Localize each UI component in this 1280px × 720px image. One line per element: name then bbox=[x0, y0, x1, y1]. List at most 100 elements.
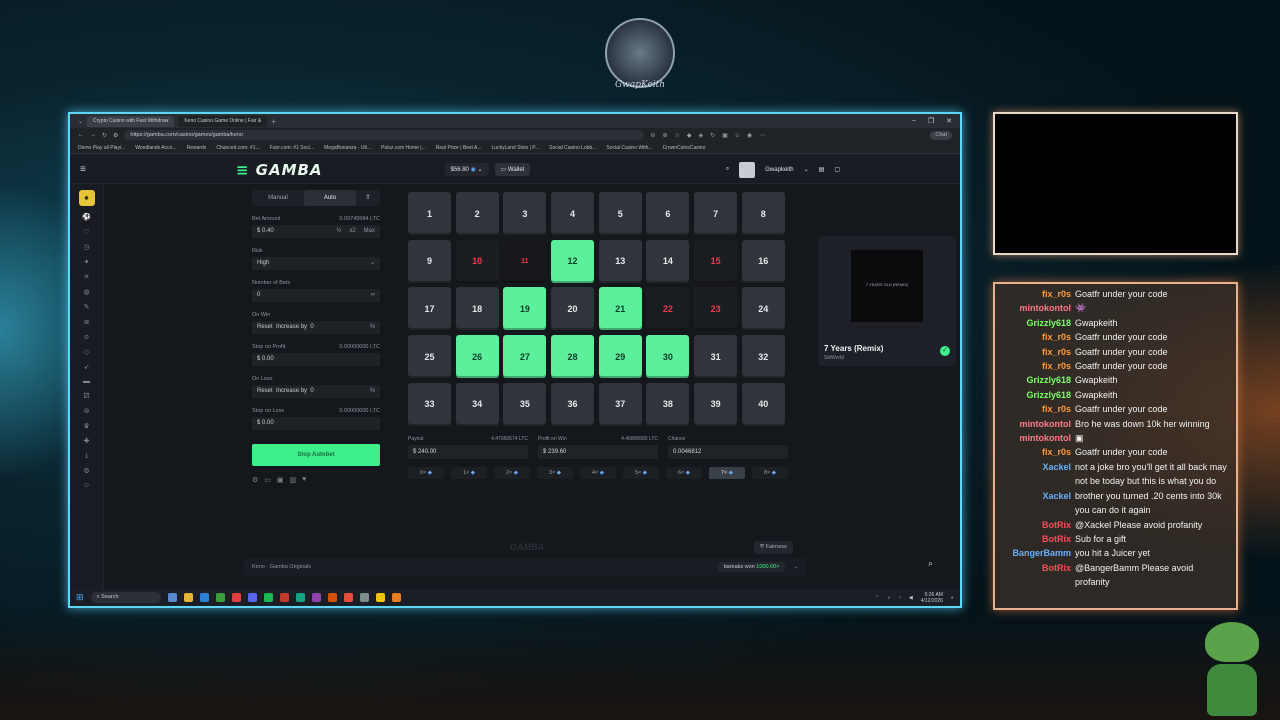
keno-tile[interactable]: 3 bbox=[503, 192, 547, 235]
zoom-icon[interactable]: ⊖ bbox=[650, 132, 655, 139]
dice-icon[interactable]: ⚂ bbox=[83, 392, 89, 400]
stop-autobet-button[interactable]: Stop Autobet bbox=[252, 444, 380, 466]
maximize-icon[interactable]: ❐ bbox=[928, 117, 934, 125]
keno-tile[interactable]: 7 bbox=[694, 192, 738, 235]
star-icon[interactable]: ☆ bbox=[674, 132, 679, 139]
cards-icon[interactable]: ▬ bbox=[83, 378, 90, 385]
keno-tile[interactable]: 40 bbox=[741, 382, 785, 426]
volume-icon[interactable]: ◀ bbox=[909, 595, 913, 601]
theatre-icon[interactable]: ▭ bbox=[264, 476, 271, 484]
notifications-icon[interactable]: ▤ bbox=[819, 166, 825, 173]
keno-tile[interactable]: 23 bbox=[694, 287, 738, 331]
new-tab-icon[interactable]: + bbox=[271, 117, 276, 126]
keno-tile[interactable]: 14 bbox=[646, 239, 690, 283]
keno-tile[interactable]: 27 bbox=[503, 335, 547, 379]
live-icon[interactable]: ✎ bbox=[84, 303, 90, 311]
keno-tile[interactable]: 16 bbox=[741, 239, 785, 283]
app-icon[interactable] bbox=[391, 593, 401, 602]
folder-icon[interactable] bbox=[375, 593, 385, 602]
username[interactable]: Gwapkeith bbox=[765, 167, 793, 173]
chrome-icon[interactable] bbox=[231, 593, 241, 602]
browser-active-icon[interactable] bbox=[343, 593, 353, 602]
keno-tile[interactable]: 18 bbox=[455, 287, 499, 331]
keno-tile[interactable]: 21 bbox=[598, 287, 642, 331]
keno-tile[interactable]: 5 bbox=[598, 192, 642, 235]
app-icon[interactable] bbox=[327, 593, 337, 602]
fast-bet-icon[interactable]: ff bbox=[356, 190, 380, 206]
stats-icon[interactable]: ▥ bbox=[290, 476, 297, 484]
profile-icon[interactable]: ◉ bbox=[747, 132, 752, 139]
roulette-icon[interactable]: ⊚ bbox=[84, 407, 90, 415]
file-explorer-icon[interactable] bbox=[183, 593, 193, 602]
keno-tile[interactable]: 36 bbox=[551, 382, 595, 426]
keno-tile[interactable]: 29 bbox=[598, 335, 642, 379]
obs-icon[interactable] bbox=[311, 593, 321, 602]
multiplier-tab[interactable]: 5× ◆ bbox=[623, 466, 659, 479]
multiplier-tab[interactable]: 3× ◆ bbox=[537, 466, 573, 479]
download-icon[interactable]: ⤓ bbox=[85, 452, 88, 460]
keno-tile[interactable]: 30 bbox=[646, 335, 690, 379]
chevron-up-icon[interactable]: ⌃ bbox=[875, 595, 879, 601]
keno-tile[interactable]: 37 bbox=[598, 382, 642, 426]
forward-icon[interactable]: → bbox=[90, 132, 96, 138]
picture-icon[interactable]: ▣ bbox=[277, 476, 284, 484]
tab-auto[interactable]: Auto bbox=[304, 190, 356, 206]
clock[interactable]: 6:26 AM 4/12/2026 bbox=[921, 592, 943, 604]
crash-icon[interactable]: ≎ bbox=[84, 333, 90, 341]
microphone-icon[interactable]: ♪ bbox=[887, 595, 890, 601]
game-show-icon[interactable]: ◇ bbox=[84, 348, 89, 356]
bookmark-item[interactable]: CrownCoinsCasino bbox=[663, 145, 706, 151]
sports-icon[interactable]: ⚽ bbox=[82, 213, 91, 221]
keno-tile[interactable]: 12 bbox=[551, 239, 595, 283]
multiplier-tab[interactable]: 6× ◆ bbox=[666, 466, 702, 479]
keno-tile[interactable]: 2 bbox=[455, 192, 499, 235]
chevron-down-icon[interactable]: ⌄ bbox=[793, 564, 798, 570]
keno-tile[interactable]: 9 bbox=[408, 239, 451, 283]
chat-button[interactable]: Chat bbox=[930, 130, 952, 140]
multiplier-tab[interactable]: 4× ◆ bbox=[580, 466, 616, 479]
browser-tab-1[interactable]: Crypto Casino with Fast Withdraw bbox=[87, 115, 175, 127]
keno-tile[interactable]: 11 bbox=[503, 239, 547, 283]
reload-icon[interactable]: ↻ bbox=[102, 132, 107, 139]
balance-display[interactable]: $56.80 ◉ ⌄ bbox=[444, 163, 489, 176]
risk-select[interactable]: High ⌄ bbox=[252, 257, 380, 270]
game-info-bar[interactable]: Keno · Gamba Originals bareaks won 1000.… bbox=[244, 558, 806, 576]
keno-tile[interactable]: 19 bbox=[503, 287, 547, 331]
search-icon[interactable]: ⌕ bbox=[928, 558, 942, 572]
keno-tile[interactable]: 28 bbox=[551, 335, 595, 379]
originals-icon[interactable]: ✦ bbox=[84, 258, 90, 266]
tune-icon[interactable]: ⚙ bbox=[113, 132, 118, 139]
app-icon[interactable] bbox=[359, 593, 369, 602]
menu-icon[interactable]: ≡ bbox=[80, 164, 86, 175]
chevron-down-icon[interactable]: ⌄ bbox=[804, 166, 809, 173]
fairness-button[interactable]: ⛨ Fairness bbox=[754, 541, 793, 554]
stop-loss-input[interactable]: $ 0.00 bbox=[252, 417, 380, 430]
chat-icon[interactable]: ▢ bbox=[834, 166, 840, 173]
on-loss-value[interactable]: 0 bbox=[310, 385, 313, 398]
table-icon[interactable]: ≣ bbox=[84, 318, 90, 326]
bookmark-item[interactable]: Pulsz.com Home |... bbox=[381, 145, 426, 151]
max-button[interactable]: Max bbox=[364, 225, 375, 238]
discord-icon[interactable] bbox=[247, 593, 257, 602]
multiplier-tab[interactable]: 1× ◆ bbox=[451, 466, 487, 479]
recent-icon[interactable]: ◷ bbox=[83, 243, 89, 251]
wallet-button[interactable]: ▭ Wallet bbox=[494, 163, 531, 176]
favorites-icon[interactable]: ✩ bbox=[735, 132, 740, 139]
keno-tile[interactable]: 8 bbox=[741, 192, 785, 235]
minimize-icon[interactable]: – bbox=[912, 117, 916, 125]
multiplier-tab[interactable]: 0× ◆ bbox=[408, 466, 444, 479]
keno-tile[interactable]: 26 bbox=[455, 335, 499, 379]
keno-tile[interactable]: 32 bbox=[741, 335, 785, 379]
gift-icon[interactable]: ✚ bbox=[84, 437, 90, 445]
task-view-icon[interactable] bbox=[167, 593, 177, 602]
tab-manual[interactable]: Manual bbox=[252, 190, 304, 206]
on-win-increase-button[interactable]: Increase by bbox=[276, 321, 307, 334]
spotify-icon[interactable] bbox=[263, 593, 273, 602]
favorites-icon[interactable]: ♡ bbox=[83, 228, 89, 236]
on-win-value[interactable]: 0 bbox=[310, 321, 313, 334]
keno-tile[interactable]: 1 bbox=[408, 192, 451, 235]
on-win-reset-button[interactable]: Reset bbox=[257, 321, 273, 334]
browser-tab-2[interactable]: Keno Casino Game Online | Fair & bbox=[178, 115, 268, 127]
settings-icon[interactable]: ⚙ bbox=[83, 467, 89, 475]
on-loss-increase-button[interactable]: Increase by bbox=[276, 385, 307, 398]
